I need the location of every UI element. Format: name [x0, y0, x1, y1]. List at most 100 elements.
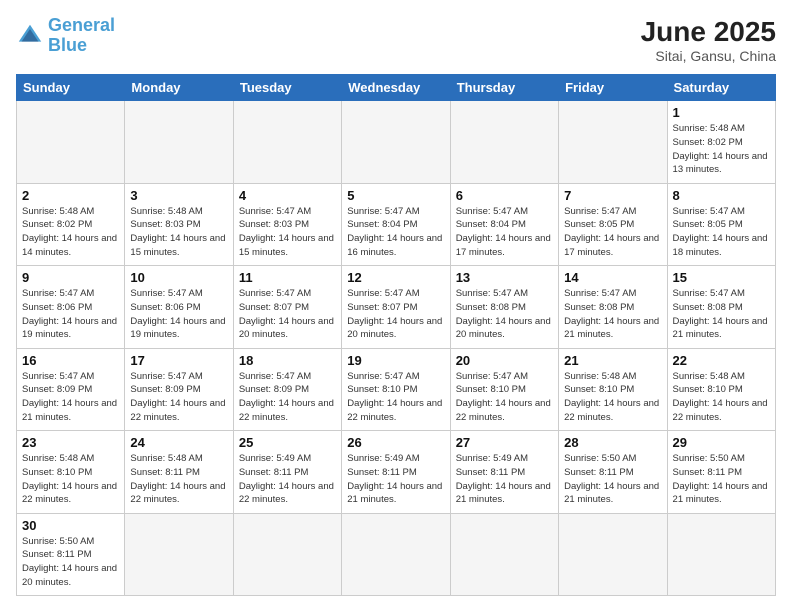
day-info: Sunrise: 5:48 AMSunset: 8:11 PMDaylight:… — [130, 452, 227, 507]
calendar-day-5: 5Sunrise: 5:47 AMSunset: 8:04 PMDaylight… — [342, 183, 450, 266]
month-title: June 2025 — [641, 16, 776, 48]
calendar-day-12: 12 Sunrise: 5:47 AMSunset: 8:07 PMDayligh… — [342, 266, 450, 349]
calendar-day-11: 11 Sunrise: 5:47 AMSunset: 8:07 PMDayligh… — [233, 266, 341, 349]
calendar-day-18: 18 Sunrise: 5:47 AMSunset: 8:09 PMDayligh… — [233, 348, 341, 431]
day-info: Sunrise: 5:47 AMSunset: 8:09 PMDaylight:… — [22, 370, 119, 425]
day-number: 22 — [673, 353, 770, 368]
weekday-header-wednesday: Wednesday — [342, 75, 450, 101]
weekday-header-saturday: Saturday — [667, 75, 775, 101]
day-number: 8 — [673, 188, 770, 203]
calendar-day-13: 13 Sunrise: 5:47 AMSunset: 8:08 PMDayligh… — [450, 266, 558, 349]
calendar-day-20: 20Sunrise: 5:47 AMSunset: 8:10 PMDayligh… — [450, 348, 558, 431]
calendar-day-25: 25 Sunrise: 5:49 AMSunset: 8:11 PMDayligh… — [233, 431, 341, 514]
calendar-day-26: 26 Sunrise: 5:49 AMSunset: 8:11 PMDayligh… — [342, 431, 450, 514]
calendar-empty — [667, 513, 775, 596]
day-number: 21 — [564, 353, 661, 368]
calendar-day-7: 7 Sunrise: 5:47 AMSunset: 8:05 PMDaylight… — [559, 183, 667, 266]
weekday-header-monday: Monday — [125, 75, 233, 101]
weekday-header-sunday: Sunday — [17, 75, 125, 101]
calendar-empty — [125, 101, 233, 184]
day-number: 29 — [673, 435, 770, 450]
calendar-empty — [450, 513, 558, 596]
calendar-week-2: 2Sunrise: 5:48 AMSunset: 8:02 PMDaylight… — [17, 183, 776, 266]
day-info: Sunrise: 5:47 AMSunset: 8:05 PMDaylight:… — [673, 205, 770, 260]
calendar-day-4: 4 Sunrise: 5:47 AMSunset: 8:03 PMDaylight… — [233, 183, 341, 266]
calendar-week-3: 9 Sunrise: 5:47 AMSunset: 8:06 PMDaylight… — [17, 266, 776, 349]
day-info: Sunrise: 5:47 AMSunset: 8:08 PMDaylight:… — [456, 287, 553, 342]
day-info: Sunrise: 5:49 AMSunset: 8:11 PMDaylight:… — [456, 452, 553, 507]
day-number: 2 — [22, 188, 119, 203]
calendar-day-27: 27 Sunrise: 5:49 AMSunset: 8:11 PMDayligh… — [450, 431, 558, 514]
day-info: Sunrise: 5:48 AMSunset: 8:02 PMDaylight:… — [673, 122, 770, 177]
calendar-day-2: 2Sunrise: 5:48 AMSunset: 8:02 PMDaylight… — [17, 183, 125, 266]
day-number: 7 — [564, 188, 661, 203]
calendar-day-3: 3Sunrise: 5:48 AMSunset: 8:03 PMDaylight… — [125, 183, 233, 266]
day-info: Sunrise: 5:49 AMSunset: 8:11 PMDaylight:… — [239, 452, 336, 507]
day-number: 4 — [239, 188, 336, 203]
day-info: Sunrise: 5:47 AMSunset: 8:07 PMDaylight:… — [347, 287, 444, 342]
day-info: Sunrise: 5:47 AMSunset: 8:05 PMDaylight:… — [564, 205, 661, 260]
day-info: Sunrise: 5:47 AMSunset: 8:06 PMDaylight:… — [22, 287, 119, 342]
calendar-header-row: SundayMondayTuesdayWednesdayThursdayFrid… — [17, 75, 776, 101]
day-number: 18 — [239, 353, 336, 368]
day-number: 3 — [130, 188, 227, 203]
day-number: 11 — [239, 270, 336, 285]
day-info: Sunrise: 5:50 AMSunset: 8:11 PMDaylight:… — [673, 452, 770, 507]
calendar-day-24: 24 Sunrise: 5:48 AMSunset: 8:11 PMDayligh… — [125, 431, 233, 514]
title-block: June 2025 Sitai, Gansu, China — [641, 16, 776, 64]
calendar-day-14: 14Sunrise: 5:47 AMSunset: 8:08 PMDayligh… — [559, 266, 667, 349]
day-number: 13 — [456, 270, 553, 285]
calendar-day-1: 1 Sunrise: 5:48 AMSunset: 8:02 PMDaylight… — [667, 101, 775, 184]
calendar-empty — [559, 513, 667, 596]
day-info: Sunrise: 5:47 AMSunset: 8:03 PMDaylight:… — [239, 205, 336, 260]
calendar-day-6: 6Sunrise: 5:47 AMSunset: 8:04 PMDaylight… — [450, 183, 558, 266]
day-number: 25 — [239, 435, 336, 450]
day-info: Sunrise: 5:47 AMSunset: 8:07 PMDaylight:… — [239, 287, 336, 342]
calendar-body: 1 Sunrise: 5:48 AMSunset: 8:02 PMDaylight… — [17, 101, 776, 596]
day-number: 9 — [22, 270, 119, 285]
day-info: Sunrise: 5:50 AMSunset: 8:11 PMDaylight:… — [22, 535, 119, 590]
day-info: Sunrise: 5:47 AMSunset: 8:10 PMDaylight:… — [347, 370, 444, 425]
day-number: 17 — [130, 353, 227, 368]
calendar-day-30: 30 Sunrise: 5:50 AMSunset: 8:11 PMDayligh… — [17, 513, 125, 596]
calendar-week-4: 16Sunrise: 5:47 AMSunset: 8:09 PMDayligh… — [17, 348, 776, 431]
calendar-week-6: 30 Sunrise: 5:50 AMSunset: 8:11 PMDayligh… — [17, 513, 776, 596]
day-number: 12 — [347, 270, 444, 285]
day-number: 24 — [130, 435, 227, 450]
logo-text: General Blue — [48, 16, 115, 56]
day-info: Sunrise: 5:47 AMSunset: 8:08 PMDaylight:… — [673, 287, 770, 342]
calendar-day-16: 16Sunrise: 5:47 AMSunset: 8:09 PMDayligh… — [17, 348, 125, 431]
calendar-day-19: 19 Sunrise: 5:47 AMSunset: 8:10 PMDayligh… — [342, 348, 450, 431]
day-number: 30 — [22, 518, 119, 533]
logo: General Blue — [16, 16, 115, 56]
calendar-empty — [559, 101, 667, 184]
day-info: Sunrise: 5:50 AMSunset: 8:11 PMDaylight:… — [564, 452, 661, 507]
logo-line2: Blue — [48, 35, 87, 55]
calendar-empty — [342, 101, 450, 184]
logo-icon — [16, 22, 44, 50]
calendar-table: SundayMondayTuesdayWednesdayThursdayFrid… — [16, 74, 776, 596]
calendar-day-21: 21 Sunrise: 5:48 AMSunset: 8:10 PMDayligh… — [559, 348, 667, 431]
day-number: 1 — [673, 105, 770, 120]
day-number: 14 — [564, 270, 661, 285]
day-info: Sunrise: 5:48 AMSunset: 8:10 PMDaylight:… — [22, 452, 119, 507]
day-number: 10 — [130, 270, 227, 285]
day-number: 5 — [347, 188, 444, 203]
day-info: Sunrise: 5:49 AMSunset: 8:11 PMDaylight:… — [347, 452, 444, 507]
day-info: Sunrise: 5:48 AMSunset: 8:10 PMDaylight:… — [564, 370, 661, 425]
day-number: 19 — [347, 353, 444, 368]
day-number: 26 — [347, 435, 444, 450]
day-number: 15 — [673, 270, 770, 285]
page-container: General Blue June 2025 Sitai, Gansu, Chi… — [0, 0, 792, 612]
day-number: 28 — [564, 435, 661, 450]
day-info: Sunrise: 5:47 AMSunset: 8:04 PMDaylight:… — [456, 205, 553, 260]
day-info: Sunrise: 5:48 AMSunset: 8:10 PMDaylight:… — [673, 370, 770, 425]
day-number: 23 — [22, 435, 119, 450]
day-number: 27 — [456, 435, 553, 450]
day-number: 20 — [456, 353, 553, 368]
calendar-day-15: 15 Sunrise: 5:47 AMSunset: 8:08 PMDayligh… — [667, 266, 775, 349]
day-info: Sunrise: 5:47 AMSunset: 8:09 PMDaylight:… — [239, 370, 336, 425]
location: Sitai, Gansu, China — [641, 48, 776, 64]
calendar-day-23: 23 Sunrise: 5:48 AMSunset: 8:10 PMDayligh… — [17, 431, 125, 514]
calendar-empty — [342, 513, 450, 596]
